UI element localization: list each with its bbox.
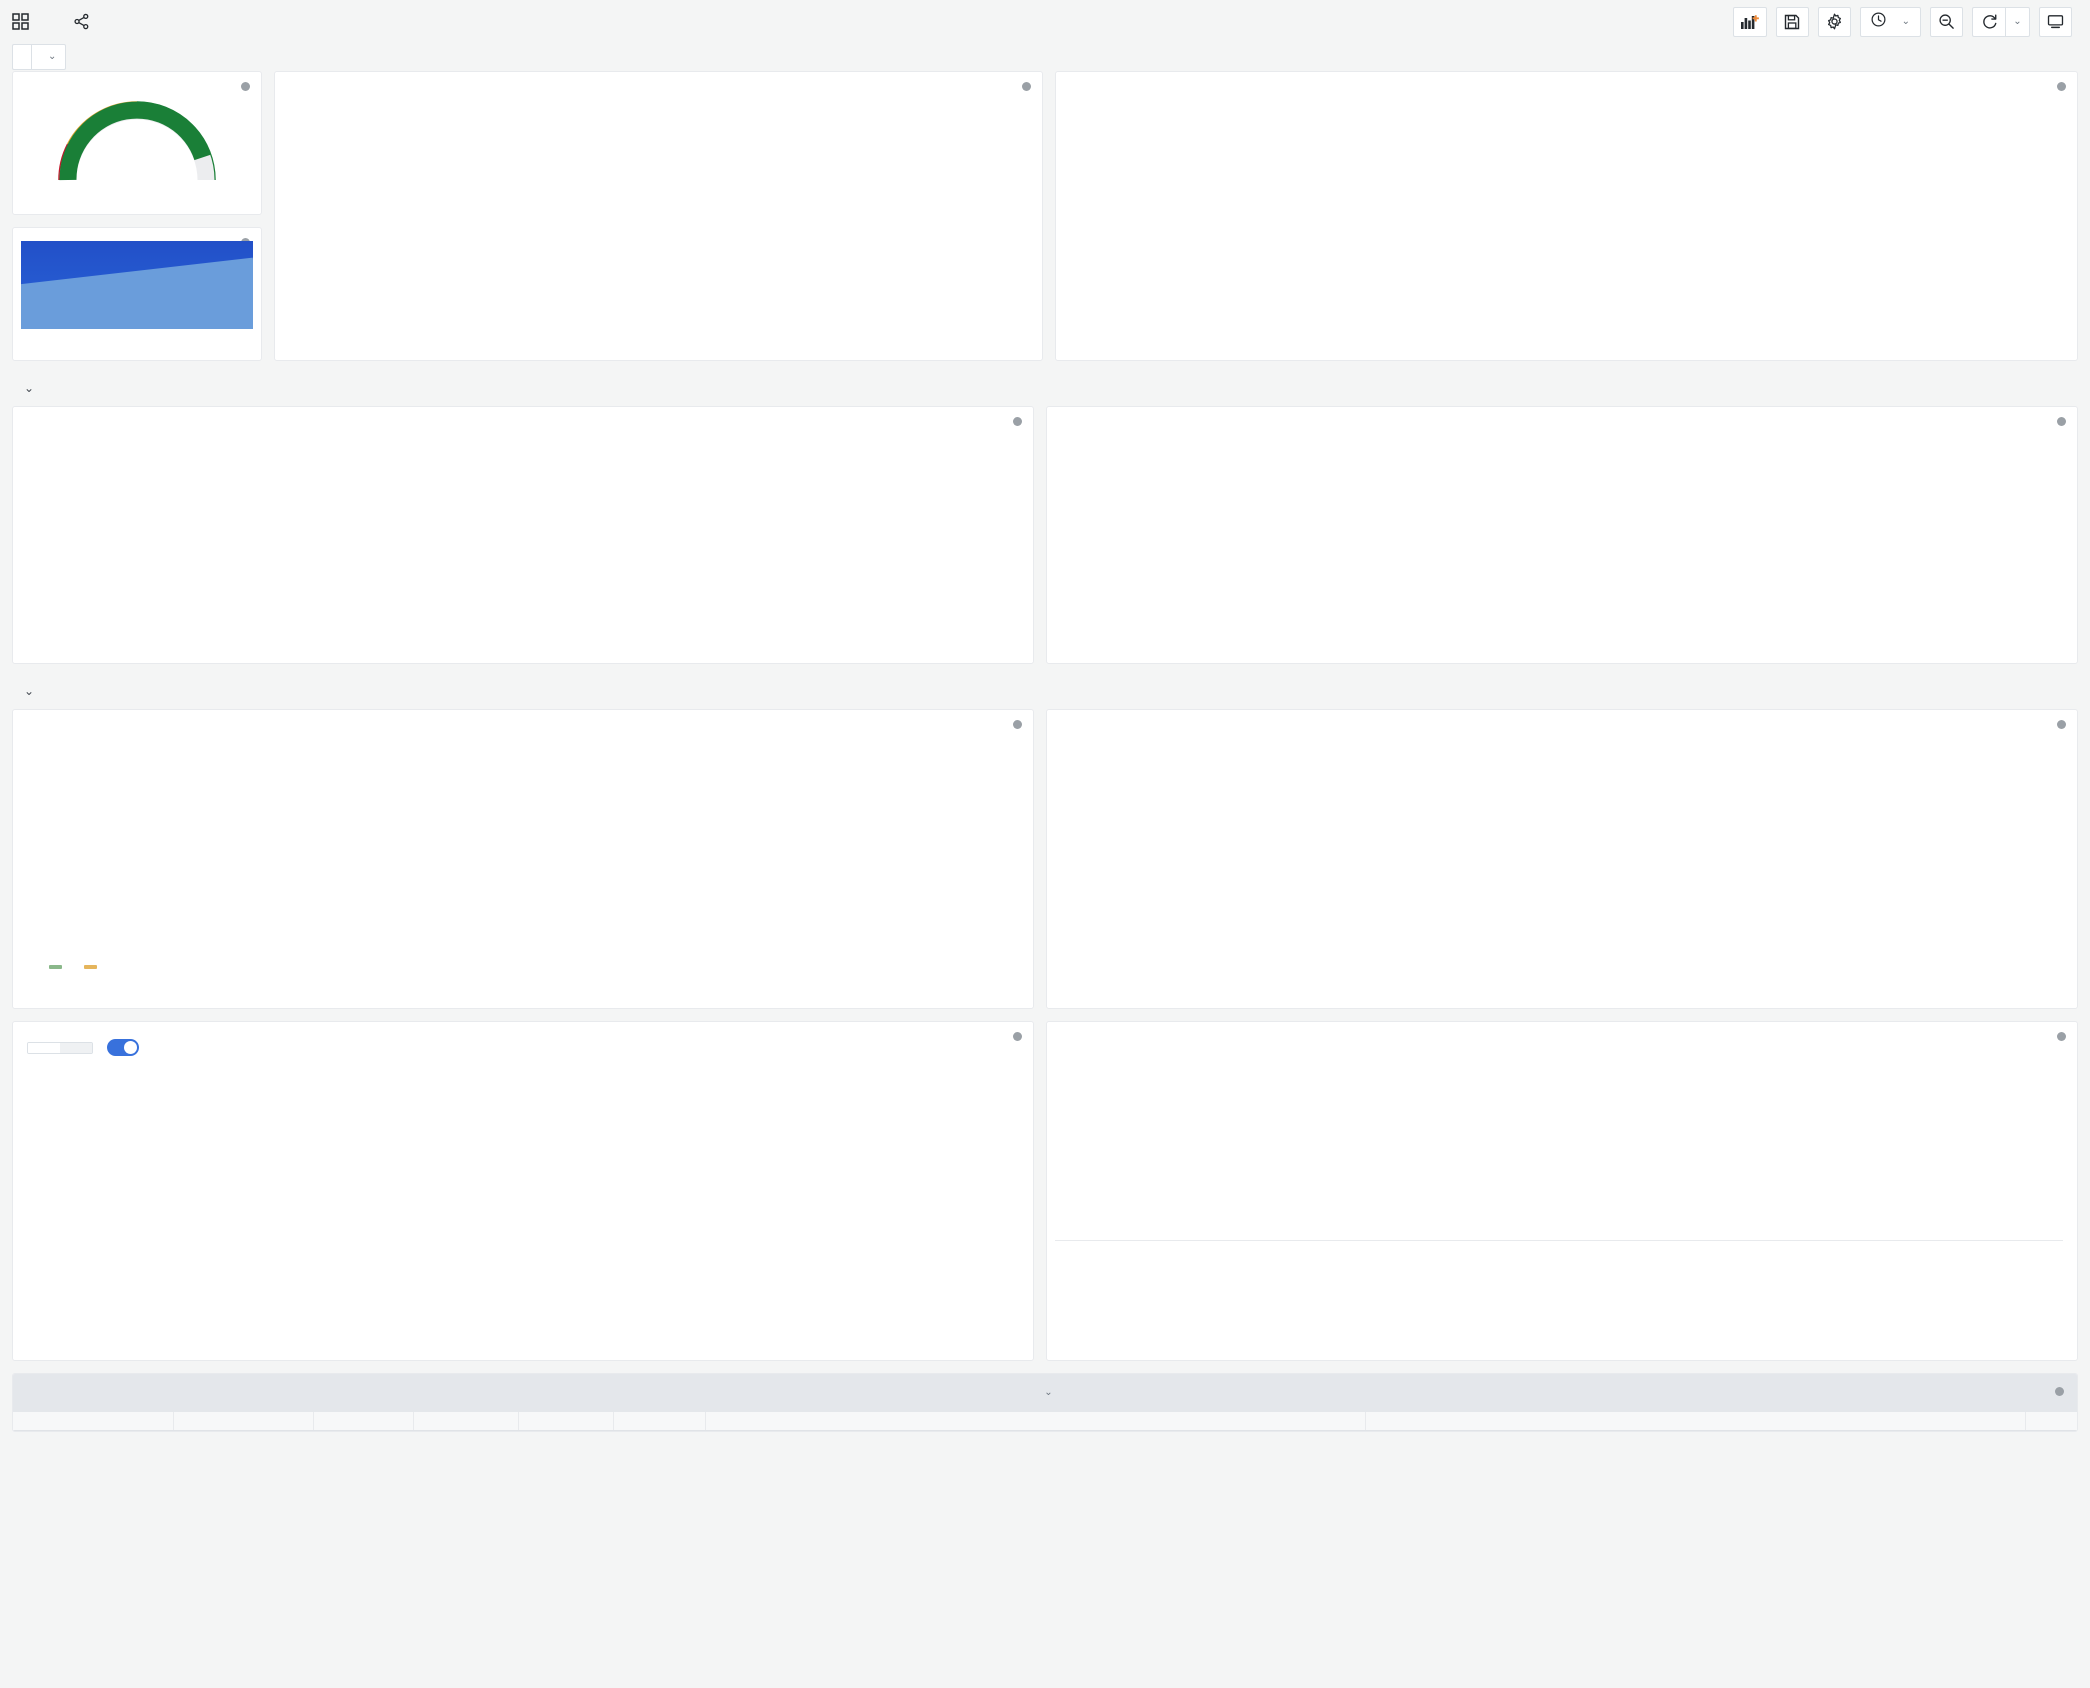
variable-value-select[interactable]: ⌄ [31, 44, 67, 70]
registrations-collapse-header[interactable]: ⌄ [13, 1374, 2077, 1412]
legend-item-user[interactable] [84, 965, 103, 969]
panel-title [1047, 1022, 2077, 1035]
panel-product-available[interactable] [12, 71, 262, 215]
ops-sec-chart [1047, 723, 2077, 988]
dashboard-submenu: ⌄ [0, 43, 2090, 71]
panel-customers-ordering[interactable] [274, 71, 1043, 361]
clock-icon [1871, 12, 1886, 31]
column-header-success[interactable] [518, 1412, 614, 1431]
legend-header-row [1055, 1235, 2063, 1241]
dashboard-settings-button[interactable] [1817, 6, 1851, 37]
zoom-out-time-range-button[interactable] [1930, 6, 1963, 37]
in-queue-chart [13, 420, 1033, 642]
chevron-down-icon: ⌄ [24, 381, 35, 395]
panel-registrations[interactable]: ⌄ [12, 1373, 2078, 1432]
cpu-usage-legend [13, 961, 1033, 975]
latency-chart [13, 1062, 1033, 1286]
panel-title [13, 407, 1033, 420]
legend-color-swatch [49, 965, 62, 969]
column-header-failures[interactable] [613, 1412, 706, 1431]
chevron-down-icon: ⌄ [1901, 15, 1910, 27]
legend-header-mean[interactable] [1391, 1235, 1727, 1241]
dashboard-grid: ⌄ ⌄ ⌄ [0, 71, 2090, 1432]
panel-latency[interactable] [12, 1021, 1034, 1361]
latency-controls [13, 1035, 1033, 1062]
latency-view-table-button[interactable] [28, 1042, 60, 1053]
refresh-control-group: ⌄ [1972, 6, 2030, 37]
panel-title [1047, 710, 2077, 723]
chevron-down-icon: ⌄ [24, 684, 35, 698]
column-header-last-error[interactable] [1365, 1412, 2026, 1431]
column-header-aborted[interactable] [705, 1412, 1366, 1431]
panel-in-queue[interactable] [12, 406, 1034, 664]
save-dashboard-button[interactable] [1775, 6, 1809, 37]
registrations-table [13, 1412, 2077, 1431]
legend-item-system[interactable] [49, 965, 68, 969]
share-icon[interactable] [73, 13, 90, 30]
latency-legend [13, 1286, 1033, 1296]
refresh-interval-dropdown[interactable]: ⌄ [2005, 6, 2030, 37]
customers-ordering-chart [275, 85, 1042, 340]
memory-usage-legend-table [1047, 1235, 2077, 1241]
column-header-status[interactable] [2025, 1412, 2077, 1431]
add-panel-button[interactable] [1732, 6, 1767, 37]
customers-overflow-chart [1056, 85, 2077, 340]
panel-memory-usage[interactable] [1046, 1021, 2078, 1361]
chevron-down-icon: ⌄ [2013, 15, 2022, 27]
dashboard-row-4 [12, 1021, 2078, 1361]
panel-title [13, 1022, 1033, 1035]
cycle-view-mode-button[interactable] [2039, 6, 2072, 37]
panel-title [275, 72, 1042, 85]
variable-label [12, 44, 31, 70]
legend-header-last[interactable] [1727, 1235, 2063, 1241]
template-variable-redis: ⌄ [12, 44, 67, 70]
panel-title [1056, 72, 2077, 85]
memory-usage-chart [1047, 1035, 2077, 1235]
legend-color-swatch [84, 965, 97, 969]
completed-flow-chart [1047, 420, 2077, 642]
dashboard-toolbar: ⌄ ⌄ [1732, 6, 2072, 37]
gauge-chart [13, 87, 261, 187]
column-header-reader[interactable] [13, 1412, 174, 1431]
dashboard-row-2 [12, 406, 2078, 664]
column-header-mode[interactable] [313, 1412, 414, 1431]
section-header-redis-performance[interactable]: ⌄ [12, 676, 2078, 706]
refresh-dashboard-button[interactable] [1972, 6, 2005, 37]
table-header-row [13, 1412, 2077, 1431]
panel-status-dot[interactable] [241, 82, 250, 91]
panel-customers-overflow[interactable] [1054, 71, 2078, 361]
dashboard-row-1 [12, 71, 2078, 361]
time-range-picker[interactable]: ⌄ [1859, 6, 1921, 37]
breadcrumb [12, 13, 90, 30]
section-header-orders[interactable]: ⌄ [12, 373, 2078, 403]
latency-view-toggle [27, 1041, 93, 1054]
panel-title [13, 228, 261, 241]
panel-status-dot[interactable] [2055, 1387, 2064, 1396]
stat-area-fill [21, 257, 253, 329]
latency-view-graph-button[interactable] [60, 1042, 92, 1053]
panel-orders-completed[interactable] [12, 227, 262, 361]
chevron-down-icon: ⌄ [1044, 1387, 1053, 1398]
dashboard-grid-icon[interactable] [12, 13, 29, 30]
dashboard-row-3 [12, 709, 2078, 1009]
panel-cpu-usage[interactable] [12, 709, 1034, 1009]
panel-completed-flow[interactable] [1046, 406, 2078, 664]
stat-visualization [21, 241, 253, 329]
panel-title [13, 72, 261, 85]
panel-ops-sec[interactable] [1046, 709, 2078, 1009]
column-header-args[interactable] [173, 1412, 314, 1431]
legend-header-series [1055, 1235, 1391, 1241]
toggle-switch[interactable] [107, 1039, 139, 1056]
hide-zero-values-toggle[interactable] [107, 1039, 148, 1056]
chevron-down-icon: ⌄ [48, 51, 57, 62]
column-header-triggered[interactable] [413, 1412, 519, 1431]
dashboard-row-5: ⌄ [12, 1373, 2078, 1432]
panel-title [1047, 407, 2077, 420]
cpu-usage-chart [13, 723, 1033, 961]
top-navigation-bar: ⌄ ⌄ [0, 0, 2090, 43]
panel-title [13, 710, 1033, 723]
